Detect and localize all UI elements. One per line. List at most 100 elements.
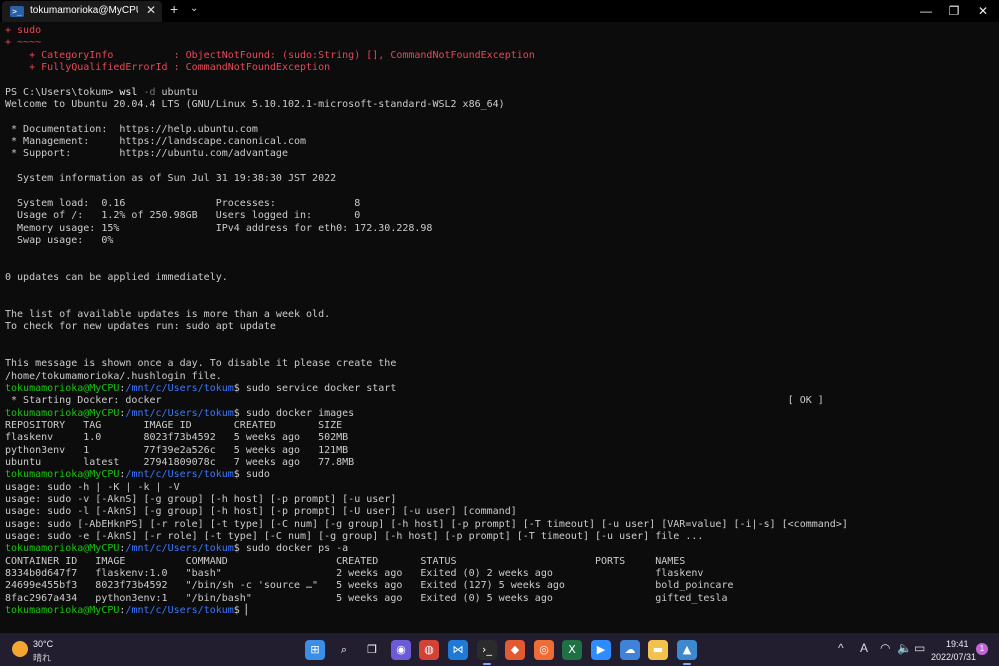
- terminal-line: * Starting Docker: docker [ OK ]: [5, 395, 848, 407]
- tray-chevron-icon[interactable]: ^: [838, 641, 844, 655]
- terminal-line: /home/tokumamorioka/.hushlogin file.: [5, 371, 848, 383]
- git-icon[interactable]: ◆: [505, 640, 525, 660]
- notification-badge[interactable]: 1: [976, 643, 988, 655]
- terminal-line: 8334b0d647f7 flaskenv:1.0 "bash" 2 weeks…: [5, 568, 848, 580]
- terminal-line: tokumamorioka@MyCPU:/mnt/c/Users/tokum$ …: [5, 605, 848, 617]
- terminal-line: tokumamorioka@MyCPU:/mnt/c/Users/tokum$ …: [5, 469, 848, 481]
- weather-sun-icon[interactable]: [12, 641, 28, 657]
- clock-time[interactable]: 19:41: [946, 639, 969, 649]
- terminal-text-segment: wsl: [119, 86, 138, 98]
- terminal-text-segment: ubuntu latest 27941809078c 7 weeks ago 7…: [5, 457, 355, 469]
- terminal-text-segment: CONTAINER ID IMAGE COMMAND CREATED STATU…: [5, 555, 686, 567]
- close-tab-icon[interactable]: ✕: [146, 3, 156, 17]
- terminal-line: * Management: https://landscape.canonica…: [5, 136, 848, 148]
- terminal-text-segment: -d: [137, 86, 156, 98]
- chevron-down-icon[interactable]: ⌄: [190, 3, 198, 14]
- terminal-line: Welcome to Ubuntu 20.04.4 LTS (GNU/Linux…: [5, 99, 848, 111]
- terminal-text-segment: + FullyQualifiedErrorId : CommandNotFoun…: [5, 62, 331, 74]
- terminal-tab[interactable]: >_ tokumamorioka@MyCPU: /mnt/c/Users/tok…: [2, 1, 162, 22]
- terminal-line: usage: sudo -e [-AknS] [-r role] [-t typ…: [5, 531, 848, 543]
- terminal-line: The list of available updates is more th…: [5, 309, 848, 321]
- weather-temperature[interactable]: 30°C: [33, 639, 53, 649]
- terminal-icon: >_: [10, 6, 24, 17]
- terminal-line: + FullyQualifiedErrorId : CommandNotFoun…: [5, 62, 848, 74]
- terminal-line: tokumamorioka@MyCPU:/mnt/c/Users/tokum$ …: [5, 383, 848, 395]
- terminal-text-segment: + sudo: [5, 25, 42, 36]
- terminal-text-segment: /mnt/c/Users/tokum: [125, 543, 234, 555]
- task-view-icon[interactable]: ❐: [362, 640, 382, 660]
- terminal-text-segment: + ~~~~: [5, 37, 42, 49]
- clock-date[interactable]: 2022/07/31: [931, 652, 976, 662]
- terminal-app-icon[interactable]: ›_: [477, 640, 497, 665]
- terminal-line: * Documentation: https://help.ubuntu.com: [5, 124, 848, 136]
- terminal-text-segment: System information as of Sun Jul 31 19:3…: [5, 173, 337, 185]
- chrome-icon[interactable]: ◍: [419, 640, 439, 660]
- terminal-text-segment: $ sudo service docker start: [233, 382, 397, 394]
- minimize-button[interactable]: —: [915, 2, 937, 20]
- terminal-line: usage: sudo -l [-AknS] [-g group] [-h ho…: [5, 506, 848, 518]
- terminal-line: tokumamorioka@MyCPU:/mnt/c/Users/tokum$ …: [5, 408, 848, 420]
- terminal-line: + CategoryInfo : ObjectNotFound: (sudo:S…: [5, 50, 848, 62]
- tab-title: tokumamorioka@MyCPU: /mnt/c/Users/tokum: [30, 5, 138, 16]
- terminal-text-segment: Welcome to Ubuntu 20.04.4 LTS (GNU/Linux…: [5, 99, 505, 111]
- cloud-app-icon[interactable]: ☁: [620, 640, 640, 660]
- terminal-text-segment: usage: sudo -v [-AknS] [-g group] [-h ho…: [5, 494, 397, 506]
- vscode-icon[interactable]: ⋈: [448, 640, 468, 660]
- terminal-line: System load: 0.16 Processes: 8: [5, 198, 848, 210]
- terminal-line: Swap usage: 0%: [5, 235, 848, 247]
- zoom-icon[interactable]: ▶: [591, 640, 611, 660]
- start-icon[interactable]: ⊞: [305, 640, 325, 660]
- terminal-line: tokumamorioka@MyCPU:/mnt/c/Users/tokum$ …: [5, 543, 848, 555]
- terminal-text-segment: ubuntu: [155, 86, 198, 98]
- terminal-lines: + sudo + ~~~~ + CategoryInfo : ObjectNotF…: [5, 25, 848, 618]
- terminal-text-segment: $ sudo docker images: [233, 407, 355, 419]
- terminal-text-segment: tokumamorioka@MyCPU: [5, 543, 120, 555]
- terminal-text-segment: * Documentation: https://help.ubuntu.com: [5, 123, 258, 135]
- terminal-output[interactable]: + sudo + ~~~~ + CategoryInfo : ObjectNotF…: [0, 22, 992, 633]
- terminal-text-segment: To check for new updates run: sudo apt u…: [5, 321, 276, 333]
- terminal-text-segment: The list of available updates is more th…: [5, 308, 331, 320]
- taskbar: 30°C 晴れ ⊞ ⌕ ❐ ◉ ◍ ⋈ ›_ ◆ ◎ X ▶ ☁ ▬ ▲ ^ A ◠ 🔈 ▭ 19:41 …: [0, 633, 999, 666]
- volume-icon[interactable]: 🔈: [897, 641, 912, 655]
- terminal-line: usage: sudo [-AbEHknPS] [-r role] [-t ty…: [5, 519, 848, 531]
- terminal-text-segment: PS C:\Users\tokum>: [5, 86, 120, 98]
- battery-icon[interactable]: ▭: [914, 641, 925, 655]
- terminal-line: REPOSITORY TAG IMAGE ID CREATED SIZE: [5, 420, 848, 432]
- terminal-text-segment: usage: sudo -e [-AknS] [-r role] [-t typ…: [5, 531, 704, 543]
- terminal-line: System information as of Sun Jul 31 19:3…: [5, 173, 848, 185]
- terminal-text-segment: $: [233, 605, 246, 617]
- file-explorer-icon[interactable]: ▬: [648, 640, 668, 660]
- terminal-line: CONTAINER ID IMAGE COMMAND CREATED STATU…: [5, 556, 848, 568]
- terminal-line: 24699e455bf3 8023f73b4592 "/bin/sh -c 's…: [5, 580, 848, 592]
- terminal-line: ubuntu latest 27941809078c 7 weeks ago 7…: [5, 457, 848, 469]
- postman-icon[interactable]: ◎: [534, 640, 554, 660]
- chat-icon[interactable]: ◉: [391, 640, 411, 660]
- terminal-text-segment: This message is shown once a day. To dis…: [5, 358, 397, 370]
- terminal-line: * Support: https://ubuntu.com/advantage: [5, 148, 848, 160]
- weather-condition[interactable]: 晴れ: [33, 651, 51, 664]
- terminal-text-segment: usage: sudo -l [-AknS] [-g group] [-h ho…: [5, 506, 517, 518]
- terminal-line: usage: sudo -v [-AknS] [-g group] [-h ho…: [5, 494, 848, 506]
- excel-icon[interactable]: X: [562, 640, 582, 660]
- terminal-line: + sudo: [5, 25, 848, 37]
- terminal-line: Memory usage: 15% IPv4 address for eth0:…: [5, 223, 848, 235]
- terminal-text-segment: /home/tokumamorioka/.hushlogin file.: [5, 370, 222, 382]
- maximize-button[interactable]: ❐: [943, 2, 965, 20]
- ime-indicator[interactable]: A: [860, 641, 868, 655]
- terminal-text-segment: * Management: https://landscape.canonica…: [5, 136, 307, 148]
- terminal-text-segment: /mnt/c/Users/tokum: [125, 469, 234, 481]
- wifi-icon[interactable]: ◠: [880, 641, 890, 655]
- window-close-button[interactable]: ✕: [972, 2, 994, 20]
- new-tab-button[interactable]: +: [170, 1, 178, 17]
- search-icon[interactable]: ⌕: [334, 640, 354, 660]
- photos-icon[interactable]: ▲: [677, 640, 697, 665]
- terminal-text-segment: usage: sudo -h | -K | -k | -V: [5, 481, 180, 493]
- terminal-line: Usage of /: 1.2% of 250.98GB Users logge…: [5, 210, 848, 222]
